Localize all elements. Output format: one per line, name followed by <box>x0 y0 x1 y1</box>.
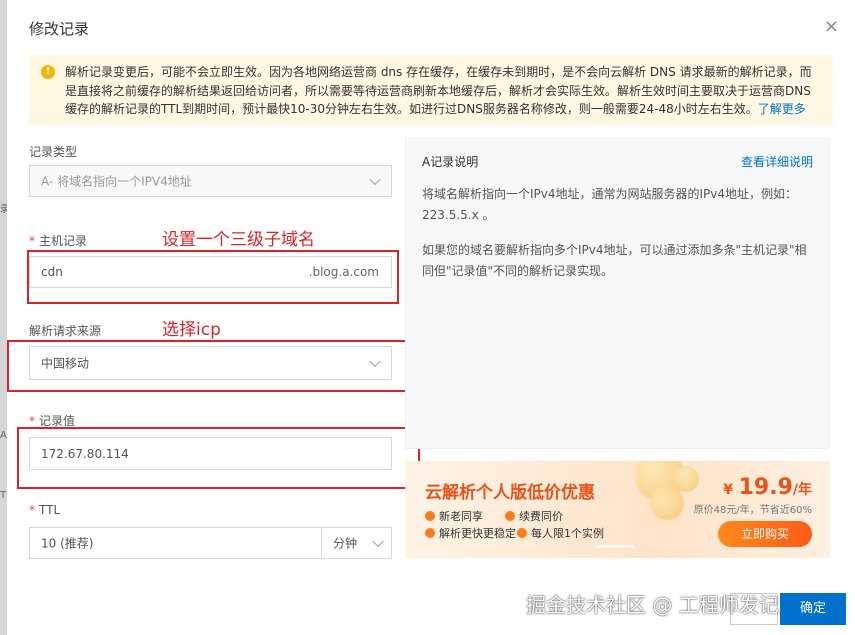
dns-cache-notice: ! 解析记录变更后，可能不会立即生效。因为各地网络运营商 dns 存在缓存，在缓… <box>29 55 833 125</box>
ttl-unit-select[interactable]: 分钟 <box>321 528 394 558</box>
ttl-label-text: TTL <box>39 503 61 517</box>
annotation-subdomain: 设置一个三级子域名 <box>162 230 315 250</box>
confirm-button[interactable]: 确定 <box>780 593 846 625</box>
promo-title: 云解析个人版低价优惠 <box>425 483 595 503</box>
annotation-box-value <box>17 427 420 489</box>
background-page-edge: 录 A T <box>0 0 10 635</box>
dialog-title: 修改记录 <box>29 20 90 38</box>
required-mark: * <box>29 503 35 517</box>
check-icon <box>517 528 527 538</box>
record-type-value: A- 将域名指向一个IPV4地址 <box>41 174 192 189</box>
promo-feature: 续费同价 <box>505 508 563 524</box>
check-icon <box>505 511 515 521</box>
background-fragment: T <box>0 490 7 501</box>
watermark: 掘金技术社区 @ 工程师发记 <box>526 593 779 617</box>
ttl-select[interactable]: 10 (推荐) 分钟 <box>29 527 392 559</box>
chevron-down-icon <box>369 173 381 186</box>
warning-icon: ! <box>41 65 55 79</box>
required-mark: * <box>29 234 35 248</box>
record-type-select[interactable]: A- 将域名指向一个IPV4地址 <box>29 165 392 197</box>
help-paragraph-1: 将域名解析指向一个IPv4地址，通常为网站服务器的IPv4地址，例如： <box>422 187 798 201</box>
annotation-box-source <box>7 340 409 392</box>
annotation-icp: 选择icp <box>162 320 221 340</box>
ttl-label: * TTL <box>29 503 60 517</box>
required-mark: * <box>29 414 35 428</box>
promo-original-price: 原价48元/年，节省近60% <box>693 505 812 516</box>
a-record-help-panel: A记录说明 查看详细说明 将域名解析指向一个IPv4地址，通常为网站服务器的IP… <box>405 138 830 449</box>
notice-text: 解析记录变更后，可能不会立即生效。因为各地网络运营商 dns 存在缓存，在缓存未… <box>65 65 812 116</box>
help-example: 223.5.5.x 。 <box>422 208 495 222</box>
coin-decoration <box>650 486 684 520</box>
ttl-value: 10 (推荐) <box>41 536 94 551</box>
promo-feature: 新老同享 <box>425 508 483 524</box>
check-icon <box>425 528 435 538</box>
check-icon <box>425 511 435 521</box>
carousel-indicator[interactable] <box>595 545 635 548</box>
ttl-unit-value: 分钟 <box>333 536 358 551</box>
promo-banner[interactable]: 云解析个人版低价优惠 新老同享 续费同价 解析更快更稳定 每人限1个实例 ¥ 1… <box>405 461 830 558</box>
edit-record-dialog: 修改记录 × ! 解析记录变更后，可能不会立即生效。因为各地网络运营商 dns … <box>7 0 855 635</box>
chevron-down-icon <box>372 535 384 548</box>
host-record-label: * 主机记录 <box>29 232 87 249</box>
record-type-label: 记录类型 <box>29 145 78 159</box>
buy-now-button[interactable]: 立即购买 <box>718 521 812 547</box>
host-record-label-text: 主机记录 <box>39 234 88 248</box>
view-details-link[interactable]: 查看详细说明 <box>741 153 813 170</box>
coin-decoration <box>673 466 699 492</box>
source-label: 解析请求来源 <box>29 324 102 338</box>
record-value-label-text: 记录值 <box>39 414 76 428</box>
promo-price: ¥ 19.9/年 <box>723 475 812 500</box>
learn-more-link[interactable]: 了解更多 <box>758 102 806 116</box>
promo-feature: 解析更快更稳定 <box>425 525 516 541</box>
promo-feature: 每人限1个实例 <box>517 525 604 541</box>
background-fragment: A <box>0 430 7 441</box>
help-paragraph-2: 如果您的域名要解析指向多个IPv4地址，可以通过添加多条"主机记录"相同但"记录… <box>422 243 807 278</box>
close-icon[interactable]: × <box>824 18 839 36</box>
annotation-box-host <box>27 250 399 304</box>
